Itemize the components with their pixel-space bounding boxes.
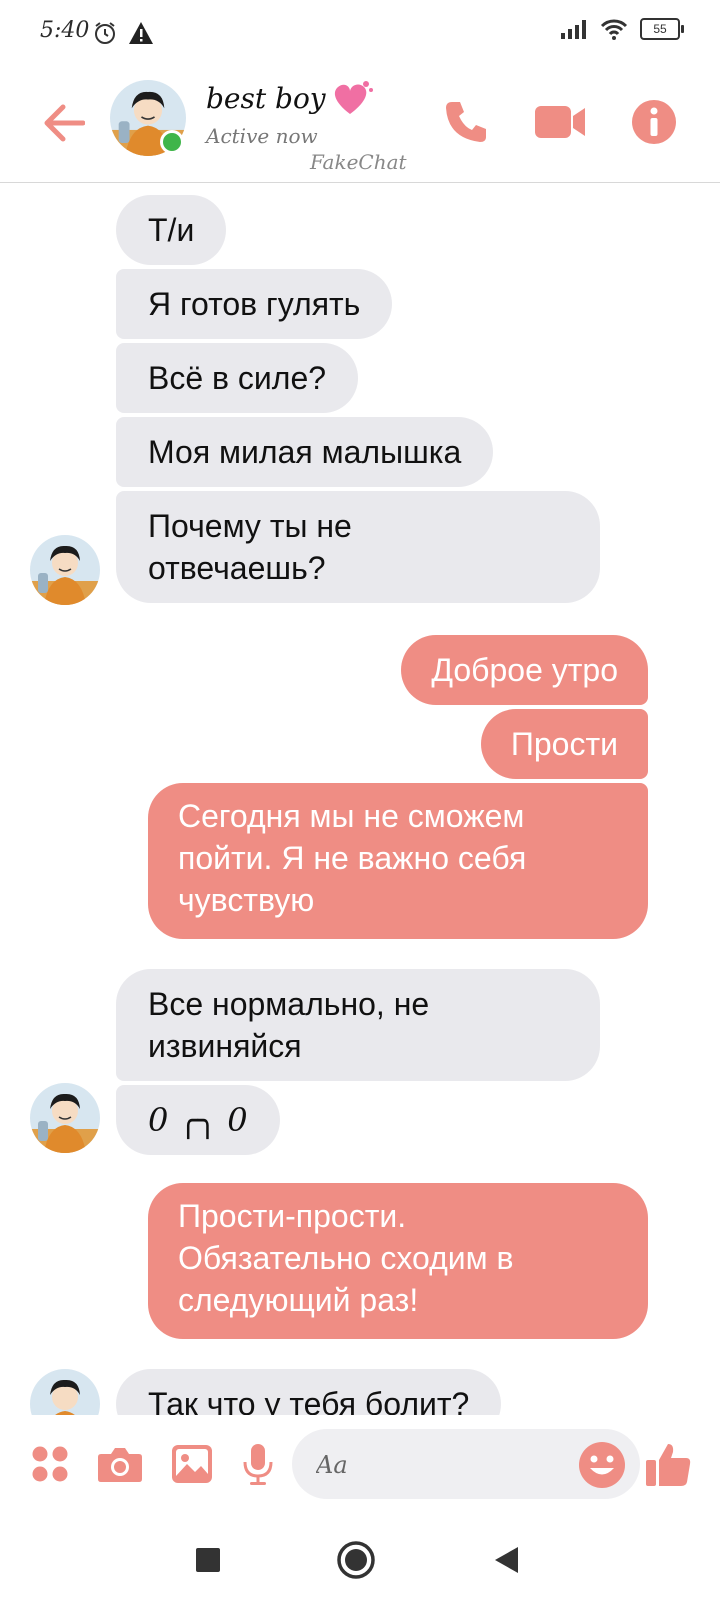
square-icon — [196, 1548, 220, 1572]
message-bubble[interactable]: Прости — [480, 709, 648, 779]
alarm-icon — [95, 22, 115, 44]
wifi-icon — [600, 19, 628, 40]
contact-avatar[interactable] — [110, 80, 186, 156]
system-navigation-bar — [0, 1516, 720, 1600]
avatar — [30, 535, 100, 605]
status-bar: 5:40 55 — [0, 0, 720, 70]
signal-icon — [561, 20, 586, 39]
message-bubble[interactable]: Все нормально, не извиняйся — [116, 969, 600, 1081]
video-camera-icon — [535, 106, 585, 138]
message-composer — [0, 1416, 720, 1516]
call-button[interactable] — [436, 92, 496, 152]
online-indicator — [160, 130, 184, 154]
message-bubble[interactable]: Сегодня мы не сможем пойти. Я не важно с… — [148, 783, 648, 939]
status-time: 5:40 — [40, 18, 90, 43]
message-bubble[interactable]: Так что у тебя болит? — [116, 1369, 502, 1415]
back-button[interactable] — [36, 96, 90, 150]
smiley-icon — [579, 1442, 625, 1488]
message-bubble[interactable]: Т/и — [116, 195, 227, 265]
message-bubble[interactable]: Я готов гулять — [116, 269, 393, 339]
watermark: FakeChat — [310, 150, 407, 174]
voice-button[interactable] — [230, 1436, 286, 1492]
heart-icon — [330, 78, 374, 123]
contact-name[interactable]: best boy — [206, 82, 326, 115]
four-dots-icon — [32, 1446, 68, 1482]
microphone-icon — [243, 1444, 273, 1485]
more-actions-button[interactable] — [22, 1436, 78, 1492]
gallery-button[interactable] — [164, 1436, 220, 1492]
warning-icon — [129, 22, 153, 44]
back-nav-button[interactable] — [484, 1538, 528, 1582]
message-bubble[interactable]: 0 ╭╮ 0 — [116, 1085, 280, 1155]
message-bubble[interactable]: Доброе утро — [401, 635, 648, 705]
message-bubble[interactable]: Моя милая малышка — [116, 417, 494, 487]
info-icon — [632, 100, 676, 144]
video-call-button[interactable] — [530, 92, 590, 152]
avatar — [30, 1369, 100, 1415]
info-button[interactable] — [624, 92, 684, 152]
camera-icon — [98, 1448, 142, 1482]
like-button[interactable] — [640, 1436, 696, 1492]
message-list[interactable]: Т/и Я готов гулять Всё в силе? Моя милая… — [0, 183, 720, 1415]
arrow-left-icon — [44, 104, 85, 142]
avatar — [30, 1083, 100, 1153]
phone-icon — [446, 102, 486, 142]
battery-icon: 55 — [640, 18, 684, 40]
message-bubble[interactable]: Прости-прости. Обязательно сходим в след… — [148, 1183, 648, 1339]
triangle-back-icon — [495, 1547, 518, 1573]
home-circle-icon — [337, 1541, 375, 1579]
active-status: Active now — [206, 124, 318, 148]
message-input[interactable] — [314, 1443, 568, 1487]
recents-button[interactable] — [186, 1538, 230, 1582]
image-icon — [172, 1445, 212, 1483]
emoji-button[interactable] — [578, 1441, 626, 1489]
camera-button[interactable] — [92, 1436, 148, 1492]
message-bubble[interactable]: Почему ты не отвечаешь? — [116, 491, 600, 603]
message-bubble[interactable]: Всё в силе? — [116, 343, 359, 413]
chat-header: best boy Active now FakeChat — [0, 70, 720, 183]
home-button[interactable] — [334, 1538, 378, 1582]
thumbs-up-icon — [646, 1444, 691, 1486]
message-input-pill — [292, 1429, 640, 1499]
